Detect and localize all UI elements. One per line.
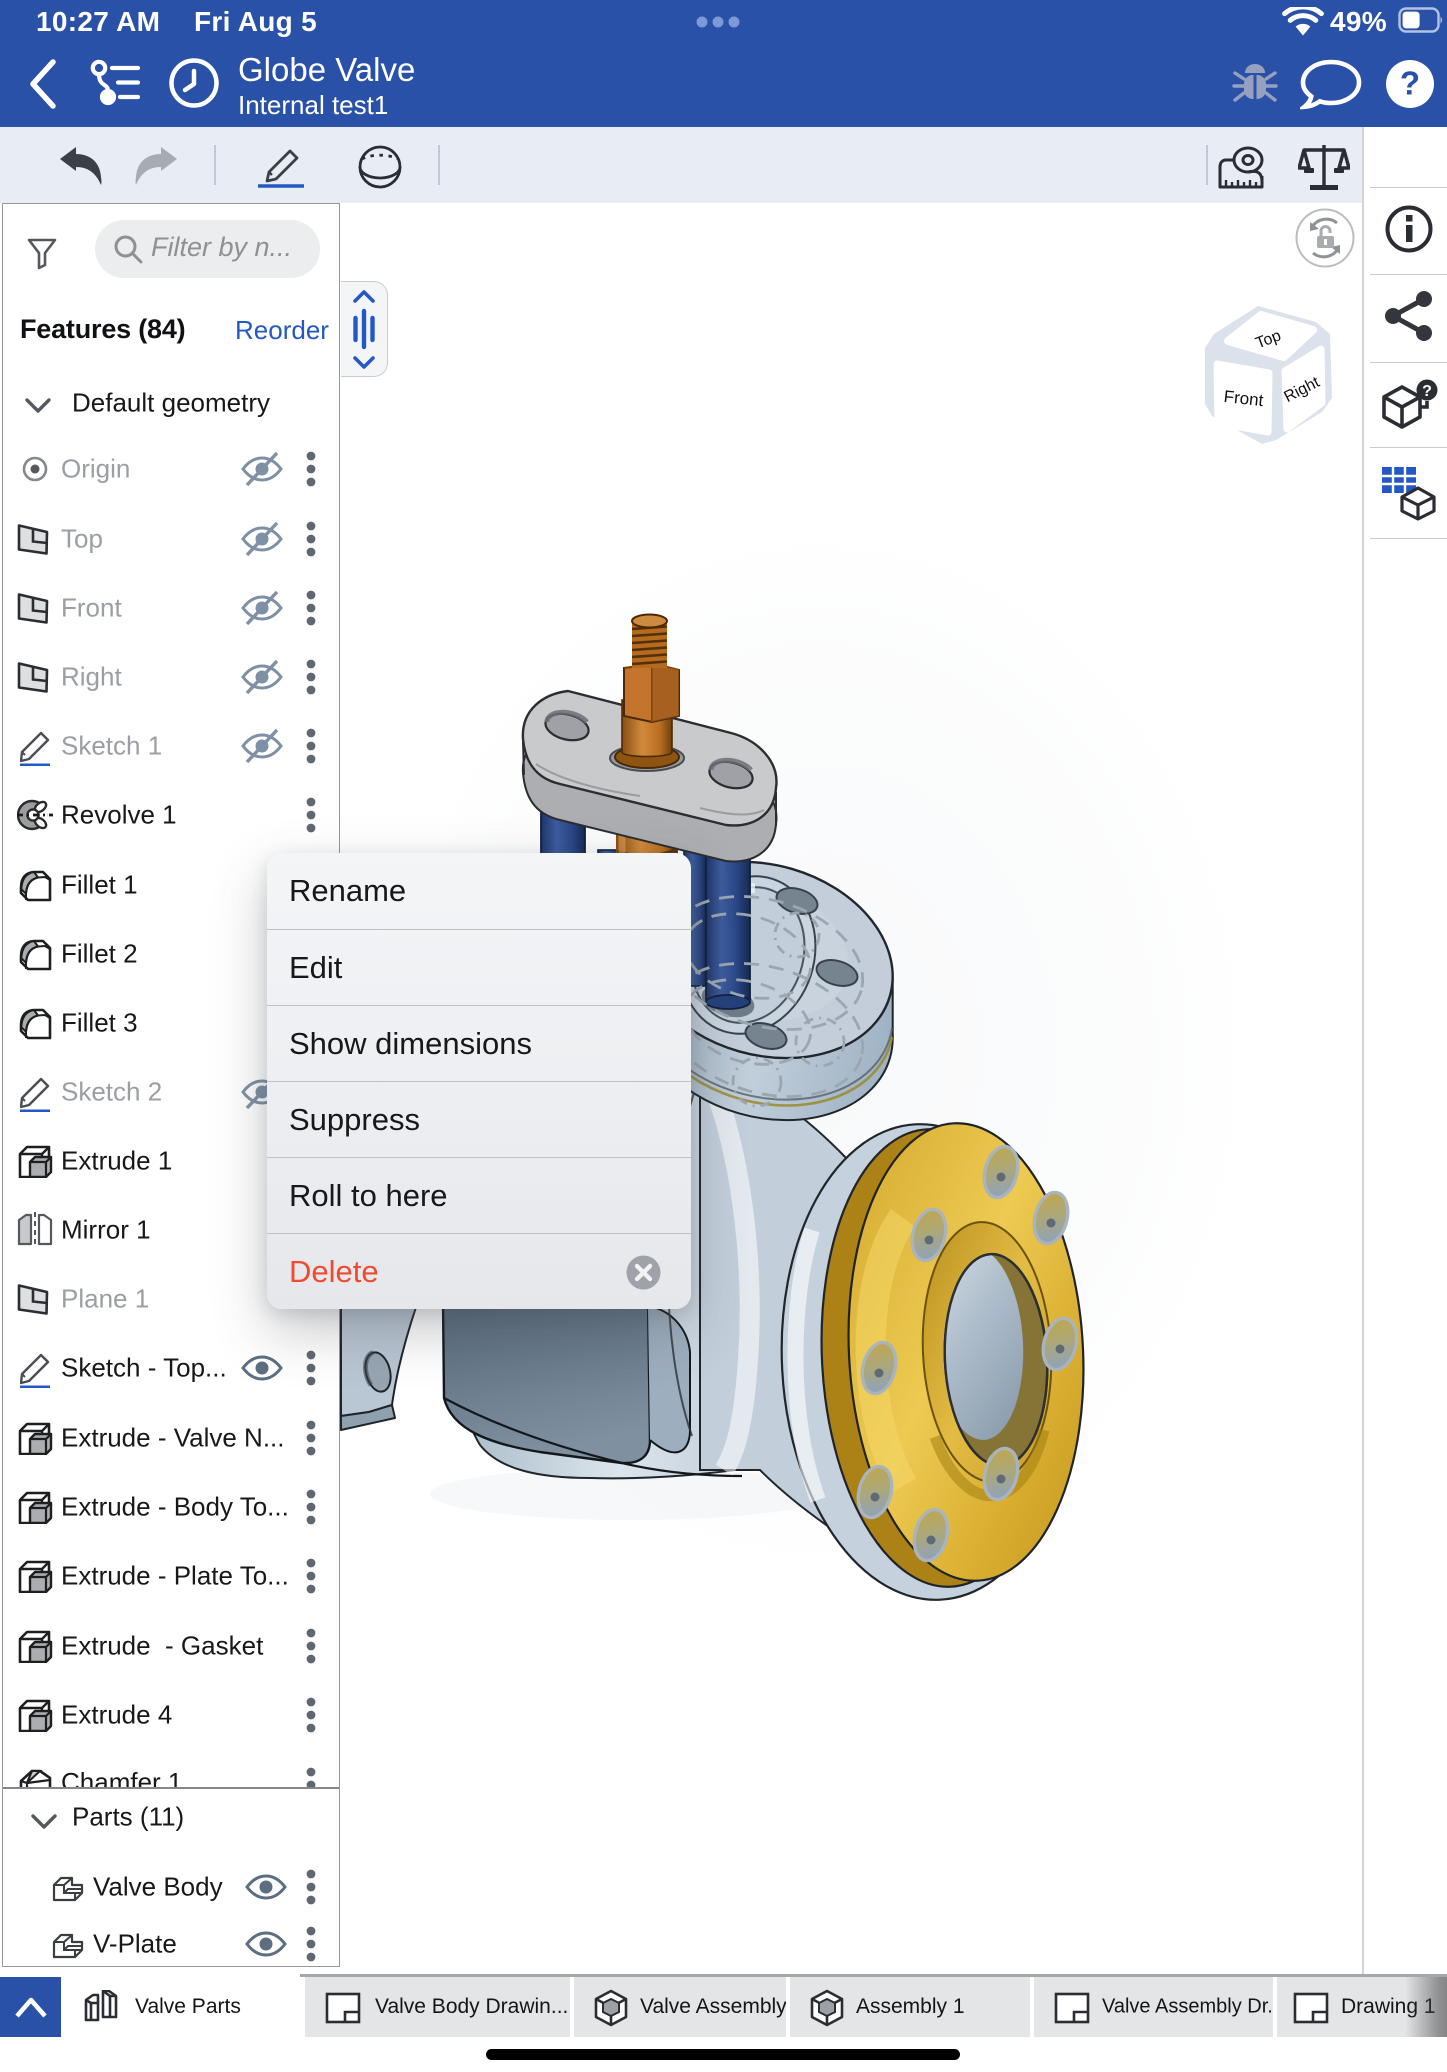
svg-text:?: ? [1400,65,1420,102]
svg-text:?: ? [1422,383,1432,400]
